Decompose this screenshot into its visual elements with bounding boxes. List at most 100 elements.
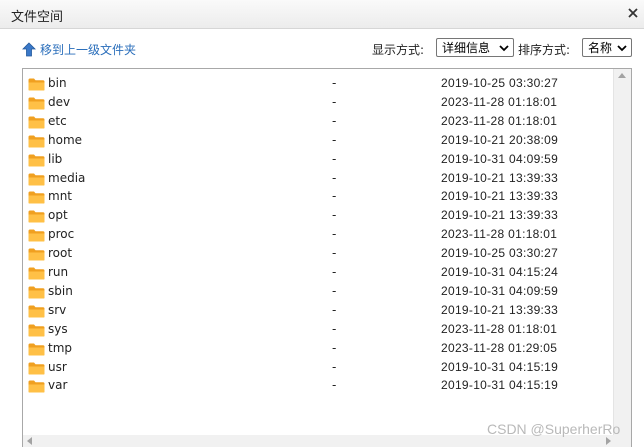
file-size: - bbox=[332, 170, 337, 185]
file-date: 2019-10-25 03:30:27 bbox=[441, 76, 559, 90]
file-name: dev bbox=[48, 94, 71, 109]
file-date: 2019-10-25 03:30:27 bbox=[441, 246, 559, 261]
file-date: 2019-10-21 20:38:09 bbox=[441, 132, 559, 147]
file-size: - bbox=[332, 227, 337, 242]
folder-icon bbox=[28, 154, 45, 167]
scroll-up-arrow-icon[interactable] bbox=[618, 73, 626, 78]
folder-icon bbox=[28, 380, 45, 393]
file-row[interactable]: mnt - 2019-10-21 13:39:33 bbox=[28, 188, 608, 206]
vertical-scrollbar[interactable] bbox=[613, 69, 631, 447]
file-row[interactable]: sbin - 2019-10-31 04:09:59 bbox=[28, 283, 608, 301]
chevron-down-icon bbox=[617, 45, 627, 52]
file-row[interactable]: dev - 2023-11-28 01:18:01 bbox=[28, 94, 608, 112]
file-size: - bbox=[332, 113, 337, 128]
up-folder-label: 移到上一级文件夹 bbox=[40, 43, 137, 57]
file-date: 2019-10-21 13:39:33 bbox=[441, 170, 559, 185]
file-date: 2019-10-31 04:15:19 bbox=[441, 378, 559, 393]
file-row[interactable]: var - 2019-10-31 04:15:19 bbox=[28, 377, 608, 395]
file-name: home bbox=[48, 132, 83, 147]
folder-icon bbox=[28, 78, 45, 91]
arrow-up-icon bbox=[22, 42, 36, 57]
file-size: - bbox=[332, 151, 337, 166]
file-date: 2023-11-28 01:18:01 bbox=[441, 227, 558, 242]
file-row[interactable]: lib - 2019-10-31 04:09:59 bbox=[28, 151, 608, 169]
folder-icon bbox=[28, 229, 45, 242]
scroll-right-arrow-icon[interactable] bbox=[606, 437, 611, 445]
close-icon bbox=[628, 8, 638, 18]
file-name: root bbox=[48, 246, 73, 261]
file-name: var bbox=[48, 378, 68, 393]
folder-icon bbox=[28, 267, 45, 280]
file-date: 2023-11-28 01:18:01 bbox=[441, 321, 558, 336]
file-size: - bbox=[332, 94, 337, 109]
file-name: etc bbox=[48, 113, 67, 128]
file-size: - bbox=[332, 246, 337, 261]
file-date: 2023-11-28 01:18:01 bbox=[441, 94, 558, 109]
file-size: - bbox=[332, 321, 337, 336]
folder-icon bbox=[28, 191, 45, 204]
file-name: media bbox=[48, 170, 86, 185]
file-row[interactable]: srv - 2019-10-21 13:39:33 bbox=[28, 302, 608, 320]
sort-mode-value: 名称 bbox=[588, 41, 613, 55]
file-name: proc bbox=[48, 227, 75, 242]
file-size: - bbox=[332, 189, 337, 204]
file-name: sbin bbox=[48, 283, 73, 298]
file-date: 2023-11-28 01:18:01 bbox=[441, 113, 558, 128]
file-name: run bbox=[48, 265, 69, 279]
file-size: - bbox=[332, 378, 337, 393]
folder-icon bbox=[28, 343, 45, 356]
file-name: usr bbox=[48, 359, 67, 374]
file-date: 2019-10-21 13:39:33 bbox=[441, 189, 559, 204]
folder-icon bbox=[28, 248, 45, 261]
up-folder-link[interactable]: 移到上一级文件夹 bbox=[22, 41, 136, 58]
file-date: 2019-10-21 13:39:33 bbox=[441, 208, 559, 223]
file-size: - bbox=[332, 302, 337, 317]
file-name: bin bbox=[48, 76, 67, 90]
file-row[interactable]: proc - 2023-11-28 01:18:01 bbox=[28, 226, 608, 244]
file-row[interactable]: opt - 2019-10-21 13:39:33 bbox=[28, 207, 608, 225]
folder-icon bbox=[28, 305, 45, 318]
file-date: 2023-11-28 01:29:05 bbox=[441, 340, 558, 355]
file-date: 2019-10-21 13:39:33 bbox=[441, 302, 559, 317]
file-name: tmp bbox=[48, 340, 73, 355]
display-mode-value: 详细信息 bbox=[442, 41, 491, 55]
file-name: lib bbox=[48, 151, 63, 166]
file-size: - bbox=[332, 76, 337, 90]
folder-icon bbox=[28, 135, 45, 148]
file-row[interactable]: run - 2019-10-31 04:15:24 bbox=[28, 264, 608, 282]
file-size: - bbox=[332, 208, 337, 223]
file-size: - bbox=[332, 132, 337, 147]
file-row[interactable]: sys - 2023-11-28 01:18:01 bbox=[28, 321, 608, 339]
toolbar: 移到上一级文件夹 显示方式: 详细信息 排序方式: 名称 bbox=[0, 29, 644, 67]
display-mode-label: 显示方式: bbox=[372, 43, 425, 57]
file-list: bin - 2019-10-25 03:30:27 dev - 2023-11-28 01… bbox=[22, 68, 632, 447]
folder-icon bbox=[28, 324, 45, 337]
folder-icon bbox=[28, 286, 45, 299]
close-button[interactable] bbox=[626, 5, 640, 21]
window-title: 文件空间 bbox=[11, 10, 64, 25]
chevron-down-icon bbox=[499, 45, 509, 52]
file-row[interactable]: tmp - 2023-11-28 01:29:05 bbox=[28, 340, 608, 358]
scroll-left-arrow-icon[interactable] bbox=[27, 437, 32, 445]
file-size: - bbox=[332, 359, 337, 374]
folder-icon bbox=[28, 97, 45, 110]
file-name: mnt bbox=[48, 189, 72, 204]
file-date: 2019-10-31 04:09:59 bbox=[441, 283, 559, 298]
file-size: - bbox=[332, 283, 337, 298]
file-date: 2019-10-31 04:09:59 bbox=[441, 151, 559, 166]
folder-icon bbox=[28, 210, 45, 223]
file-row[interactable]: usr - 2019-10-31 04:15:19 bbox=[28, 359, 608, 377]
file-row[interactable]: bin - 2019-10-25 03:30:27 bbox=[28, 75, 608, 93]
folder-icon bbox=[28, 173, 45, 185]
file-date: 2019-10-31 04:15:24 bbox=[441, 265, 559, 279]
file-name: srv bbox=[48, 302, 67, 317]
file-row[interactable]: home - 2019-10-21 20:38:09 bbox=[28, 132, 608, 150]
file-row[interactable]: etc - 2023-11-28 01:18:01 bbox=[28, 113, 608, 131]
sort-mode-select[interactable]: 名称 bbox=[582, 38, 632, 57]
file-row[interactable]: media - 2019-10-21 13:39:33 bbox=[28, 170, 608, 188]
title-bar: 文件空间 bbox=[0, 0, 644, 29]
display-mode-select[interactable]: 详细信息 bbox=[436, 38, 514, 57]
file-size: - bbox=[332, 265, 337, 279]
file-row[interactable]: root - 2019-10-25 03:30:27 bbox=[28, 245, 608, 263]
sort-mode-label: 排序方式: bbox=[518, 43, 571, 57]
